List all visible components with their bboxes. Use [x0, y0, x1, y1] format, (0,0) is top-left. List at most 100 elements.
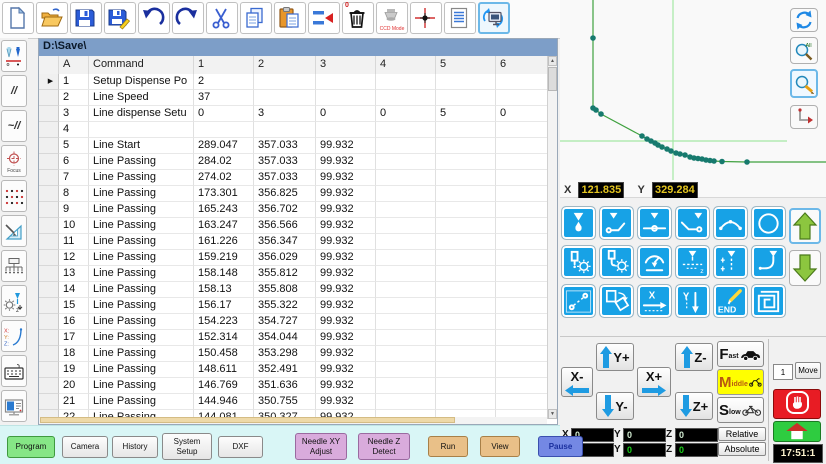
sidebar-item-wave-line[interactable]: ~// — [1, 110, 27, 142]
toolbar-save-button[interactable] — [70, 2, 102, 34]
row-down-button[interactable] — [789, 250, 821, 286]
home-button[interactable] — [773, 421, 821, 442]
cmd-needle-height-detect-button[interactable] — [713, 245, 748, 279]
scroll-up-arrow[interactable]: ▲ — [548, 56, 557, 66]
column-header-3[interactable]: 3 — [316, 56, 376, 74]
toolbar-cut-button[interactable] — [206, 2, 238, 34]
speed-slow-button[interactable]: Slow — [717, 397, 764, 423]
cmd-arc-end-button[interactable] — [751, 245, 786, 279]
toolbar-ccd-mode-button[interactable]: CCD Mode — [376, 2, 408, 34]
table-row[interactable]: 12Line Passing159.219356.02999.932 — [39, 250, 549, 266]
table-row[interactable]: 11Line Passing161.226356.34799.932 — [39, 234, 549, 250]
toolbar-paste-button[interactable] — [274, 2, 306, 34]
table-row[interactable]: 21Line Passing144.946350.75599.932 — [39, 394, 549, 410]
cmd-sheet-rotate-button[interactable] — [599, 284, 634, 318]
table-row[interactable]: 9Line Passing165.243356.70299.932 — [39, 202, 549, 218]
table-row[interactable]: 7Line Passing274.02357.03399.932 — [39, 170, 549, 186]
table-row[interactable]: 20Line Passing146.769351.63699.932 — [39, 378, 549, 394]
column-header-1[interactable]: 1 — [194, 56, 254, 74]
sidebar-item-keyboard[interactable] — [1, 355, 27, 387]
table-row[interactable]: 4 — [39, 122, 549, 138]
table-row[interactable]: 18Line Passing150.458353.29899.932 — [39, 346, 549, 362]
vertical-scroll-thumb[interactable] — [548, 67, 557, 91]
path-point-dot[interactable] — [744, 159, 750, 165]
path-point-dot[interactable] — [639, 133, 645, 139]
jog-z-minus-button[interactable]: Z- — [675, 343, 713, 371]
speed-middle-button[interactable]: Middle — [717, 369, 764, 395]
path-point-dot[interactable] — [590, 35, 596, 41]
cmd-line-passing-button[interactable] — [637, 206, 672, 240]
cmd-dispenser-setup-b-button[interactable] — [599, 245, 634, 279]
column-header-A[interactable]: A — [59, 56, 89, 74]
absolute-mode-button[interactable]: Absolute — [718, 442, 766, 456]
needle-xy-adjust-button[interactable]: Needle XY Adjust — [295, 433, 347, 460]
cmd-y-offset-button[interactable]: Y — [675, 284, 710, 318]
table-row[interactable]: 15Line Passing156.17355.32299.932 — [39, 298, 549, 314]
sidebar-item-parallel-lines[interactable]: // — [1, 75, 27, 107]
table-row[interactable]: 6Line Passing284.02357.03399.932 — [39, 154, 549, 170]
scroll-down-arrow[interactable]: ▼ — [548, 409, 557, 419]
toolbar-program-list-button[interactable] — [444, 2, 476, 34]
plot-move-origin-button[interactable] — [790, 105, 818, 129]
path-point-dot[interactable] — [593, 107, 599, 113]
view-button[interactable]: View — [480, 436, 520, 457]
cmd-dispenser-setup-a-button[interactable] — [561, 245, 596, 279]
table-row[interactable]: 13Line Passing158.148355.81299.932 — [39, 266, 549, 282]
cmd-z-height-detect-button[interactable]: z — [675, 245, 710, 279]
cmd-line-end-button[interactable] — [675, 206, 710, 240]
table-row[interactable]: ▶1Setup Dispense Po2 — [39, 74, 549, 90]
sidebar-item-array-setup[interactable] — [1, 250, 27, 282]
relative-mode-button[interactable]: Relative — [718, 427, 766, 441]
tab-system-setup[interactable]: System Setup — [162, 433, 212, 460]
toolbar-open-file-button[interactable] — [36, 2, 68, 34]
toolbar-delete-button[interactable]: 0 — [342, 2, 374, 34]
cmd-circle-button[interactable] — [751, 206, 786, 240]
cmd-arc-button[interactable] — [713, 206, 748, 240]
needle-z-detect-button[interactable]: Needle Z Detect — [358, 433, 410, 460]
toolbar-redo-button[interactable] — [172, 2, 204, 34]
path-point-dot[interactable] — [682, 152, 688, 158]
step-distance-input[interactable] — [773, 364, 793, 380]
jog-x-minus-button[interactable]: X- — [561, 367, 593, 397]
table-row[interactable]: 17Line Passing152.314354.04499.932 — [39, 330, 549, 346]
sidebar-item-screen-monitor[interactable] — [1, 390, 27, 422]
jog-z-plus-button[interactable]: Z+ — [675, 392, 713, 420]
column-header-6[interactable]: 6 — [496, 56, 549, 74]
plot-zoom-window-button[interactable] — [790, 69, 818, 98]
cmd-step-jump-button[interactable] — [561, 284, 596, 318]
cmd-x-offset-button[interactable]: X — [637, 284, 672, 318]
toolbar-screen-sync-button[interactable] — [478, 2, 510, 34]
cmd-dot-dispense-button[interactable] — [561, 206, 596, 240]
path-point-dot[interactable] — [677, 151, 683, 157]
toolbar-new-file-button[interactable] — [2, 2, 34, 34]
move-button[interactable]: Move — [795, 362, 821, 379]
tab-history[interactable]: History — [112, 436, 158, 458]
path-preview-plot[interactable] — [560, 0, 826, 198]
table-row[interactable]: 19Line Passing148.611352.49199.932 — [39, 362, 549, 378]
cmd-end-edit-button[interactable]: END — [713, 284, 748, 318]
toolbar-save-as-button[interactable] — [104, 2, 136, 34]
sidebar-item-xyz-position[interactable]: X:Y:Z: — [1, 320, 27, 352]
table-row[interactable]: 5Line Start289.047357.03399.932 — [39, 138, 549, 154]
toolbar-insert-line-button[interactable] — [308, 2, 340, 34]
tab-camera[interactable]: Camera — [62, 436, 108, 458]
tab-program[interactable]: Program — [7, 436, 55, 458]
sidebar-item-dot-matrix[interactable] — [1, 180, 27, 212]
table-row[interactable]: 8Line Passing173.301356.82599.932 — [39, 186, 549, 202]
vertical-scrollbar[interactable]: ▲ ▼ — [547, 56, 557, 419]
pause-button[interactable]: Pause — [538, 436, 583, 457]
table-row[interactable]: 10Line Passing163.247356.56699.932 — [39, 218, 549, 234]
column-header-5[interactable]: 5 — [436, 56, 496, 74]
sidebar-item-needle-xy-align[interactable] — [1, 40, 27, 72]
sidebar-item-needle-z-gear[interactable]: z — [1, 285, 27, 317]
sidebar-item-ruler-pen[interactable] — [1, 215, 27, 247]
horizontal-scrollbar[interactable] — [39, 417, 547, 424]
run-button[interactable]: Run — [428, 436, 468, 457]
toolbar-undo-button[interactable] — [138, 2, 170, 34]
plot-refresh-button[interactable] — [790, 8, 818, 32]
plot-zoom-all-button[interactable]: All — [790, 37, 818, 64]
table-row[interactable]: 16Line Passing154.223354.72799.932 — [39, 314, 549, 330]
sidebar-item-focus[interactable]: Focus — [1, 145, 27, 177]
column-header-4[interactable]: 4 — [376, 56, 436, 74]
table-row[interactable]: 2Line Speed37 — [39, 90, 549, 106]
